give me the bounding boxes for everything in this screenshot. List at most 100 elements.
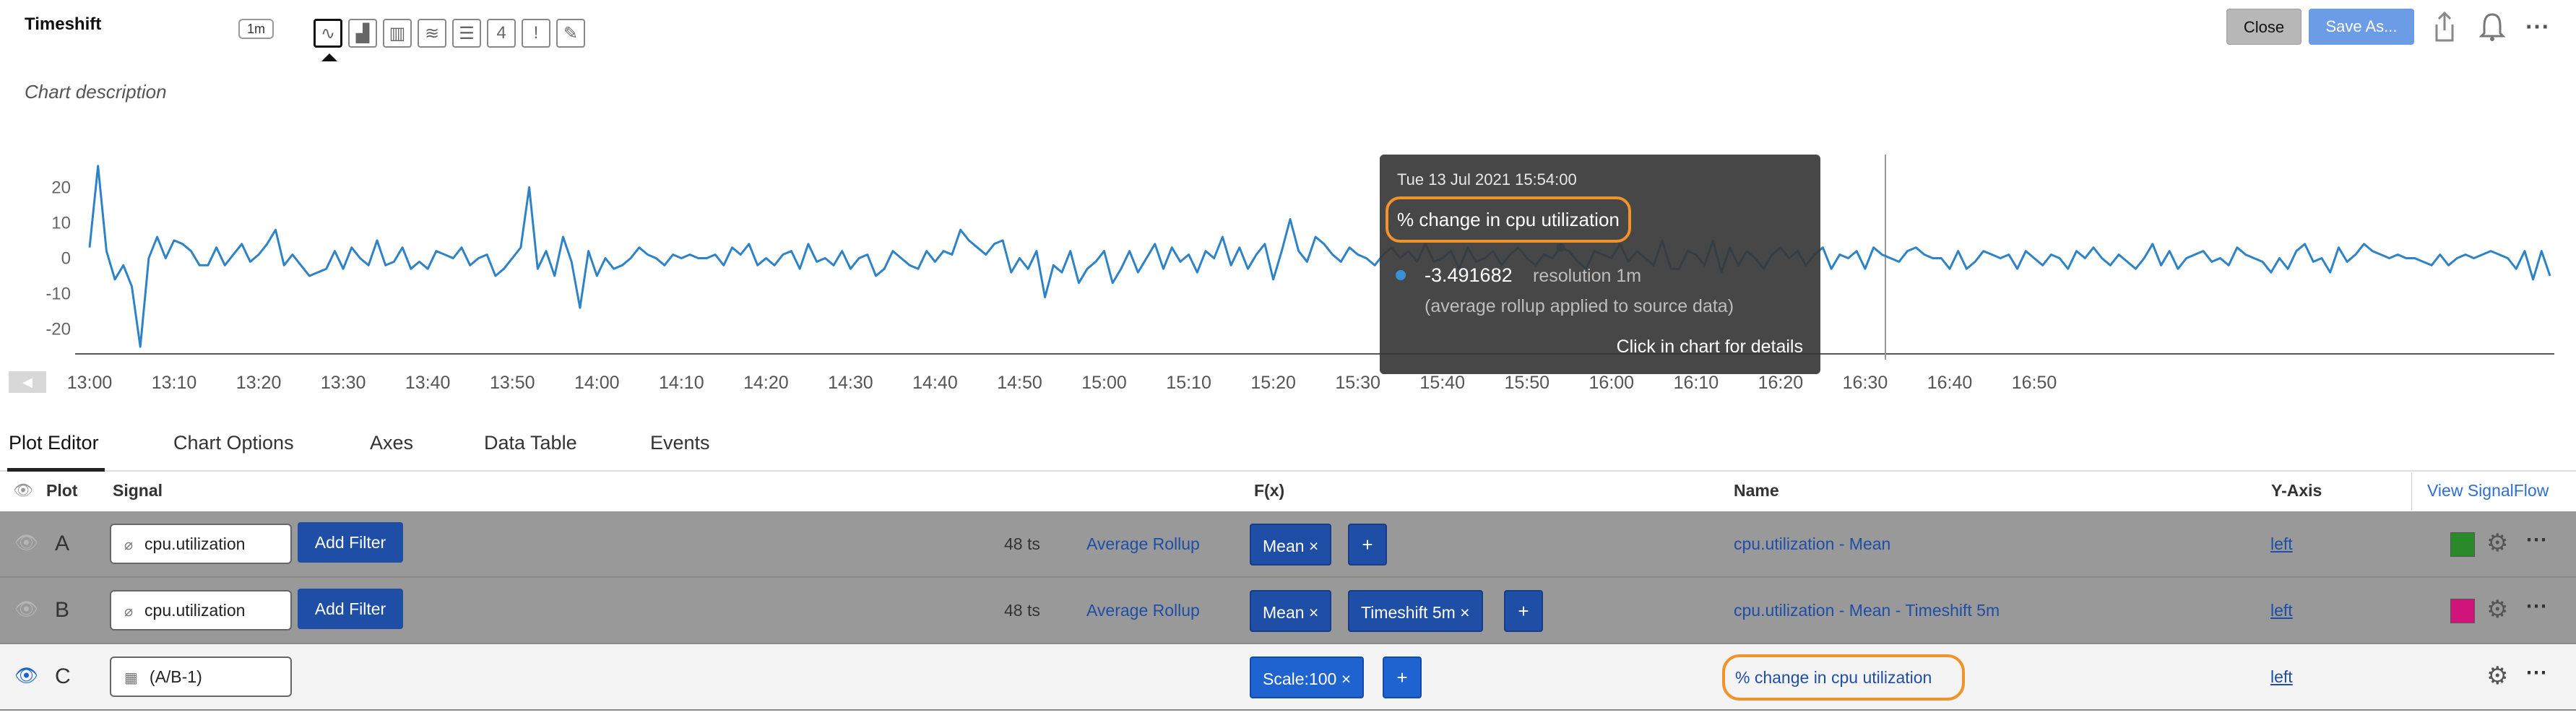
tooltip-resolution: resolution 1m xyxy=(1533,266,1642,286)
share-icon[interactable] xyxy=(2429,9,2460,45)
plot-name[interactable]: % change in cpu utilization xyxy=(1722,654,1965,701)
scroll-left-button[interactable]: ◀ xyxy=(9,371,46,393)
close-button[interactable]: Close xyxy=(2226,9,2301,45)
series-dot-icon xyxy=(1396,270,1406,280)
tab-data-table[interactable]: Data Table xyxy=(484,432,577,454)
x-tick-label: 14:10 xyxy=(659,373,704,393)
add-filter-button[interactable]: Add Filter xyxy=(298,589,403,629)
signal-input[interactable]: ⌀ cpu.utilization xyxy=(110,524,292,564)
gear-icon[interactable]: ⚙ xyxy=(2486,662,2508,690)
tooltip-date: Tue 13 Jul 2021 15:54:00 xyxy=(1397,170,1577,188)
fx-column-header: F(x) xyxy=(1254,481,1285,500)
function-pill-mean[interactable]: Mean × xyxy=(1250,590,1332,632)
plot-letter: B xyxy=(55,598,70,622)
add-function-button[interactable]: + xyxy=(1504,590,1543,632)
x-tick-label: 13:10 xyxy=(152,373,197,393)
more-options-icon[interactable]: ⋯ xyxy=(2525,594,2548,619)
timeseries-count: 48 ts xyxy=(1004,601,1040,620)
x-tick-label: 16:00 xyxy=(1589,373,1635,393)
view-signalflow-link[interactable]: View SignalFlow xyxy=(2427,481,2549,500)
plot-row-c[interactable]: 👁 C ▦ (A/B-1) Scale:100 × + % change in c… xyxy=(0,644,2576,711)
gear-icon[interactable]: ⚙ xyxy=(2486,529,2508,558)
formula-input[interactable]: ▦ (A/B-1) xyxy=(110,656,292,697)
y-tick-label: -20 xyxy=(46,320,71,339)
save-as-button[interactable]: Save As... xyxy=(2309,9,2414,45)
eye-icon[interactable]: 👁 xyxy=(13,481,33,500)
signal-column-header: Signal xyxy=(113,481,163,500)
plot-row-b[interactable]: 👁 B ⌀ cpu.utilization Add Filter 48 ts Av… xyxy=(0,578,2576,644)
chart-description[interactable]: Chart description xyxy=(25,81,167,103)
chart-title[interactable]: Timeshift xyxy=(25,14,101,35)
add-function-button[interactable]: + xyxy=(1348,524,1387,566)
list-chart-icon[interactable]: ☰ xyxy=(452,19,481,48)
line-chart-icon[interactable]: ∿ xyxy=(314,19,342,48)
plot-name[interactable]: cpu.utilization - Mean - Timeshift 5m xyxy=(1734,601,2000,620)
y-tick-label: 10 xyxy=(51,213,71,233)
tab-plot-editor[interactable]: Plot Editor xyxy=(9,432,99,454)
x-tick-label: 13:00 xyxy=(67,373,113,393)
event-feed-chart-icon[interactable]: ! xyxy=(522,19,550,48)
color-swatch[interactable] xyxy=(2450,532,2475,557)
x-tick-label: 13:50 xyxy=(490,373,535,393)
x-tick-label: 16:10 xyxy=(1674,373,1719,393)
plot-row-a[interactable]: 👁 A ⌀ cpu.utilization Add Filter 48 ts Av… xyxy=(0,511,2576,578)
bell-icon[interactable] xyxy=(2476,9,2508,45)
more-options-icon[interactable]: ⋯ xyxy=(2525,660,2548,685)
y-tick-label: -10 xyxy=(46,285,71,304)
gear-icon[interactable]: ⚙ xyxy=(2486,595,2508,624)
function-pill-timeshift[interactable]: Timeshift 5m × xyxy=(1348,590,1483,632)
tooltip-rollup-note: (average rollup applied to source data) xyxy=(1425,296,1734,316)
tooltip-hint: Click in chart for details xyxy=(1616,337,1803,357)
x-tick-label: 15:40 xyxy=(1419,373,1465,393)
timeseries-count: 48 ts xyxy=(1004,534,1040,553)
name-column-header: Name xyxy=(1734,481,1779,500)
plot-column-header: Plot xyxy=(46,481,78,500)
x-tick-label: 16:20 xyxy=(1758,373,1804,393)
x-tick-label: 14:30 xyxy=(828,373,873,393)
active-type-caret xyxy=(321,53,337,61)
plot-name[interactable]: cpu.utilization - Mean xyxy=(1734,534,1890,554)
tag-icon: ⌀ xyxy=(124,537,134,553)
header-separator xyxy=(2411,473,2412,511)
x-tick-label: 14:50 xyxy=(997,373,1042,393)
rollup-link[interactable]: Average Rollup xyxy=(1086,534,1200,554)
x-tick-label: 16:30 xyxy=(1843,373,1888,393)
x-tick-label: 15:20 xyxy=(1250,373,1296,393)
yaxis-column-header: Y-Axis xyxy=(2271,481,2322,500)
tab-events[interactable]: Events xyxy=(650,432,710,454)
visibility-eye-icon[interactable]: 👁 xyxy=(14,598,38,620)
active-tab-indicator xyxy=(7,468,105,472)
column-chart-icon[interactable]: ▥ xyxy=(383,19,412,48)
rollup-link[interactable]: Average Rollup xyxy=(1086,601,1200,620)
single-value-chart-icon[interactable]: 4 xyxy=(487,19,516,48)
area-chart-icon[interactable]: ▟ xyxy=(348,19,377,48)
text-chart-icon[interactable]: ✎ xyxy=(556,19,585,48)
chart-tooltip: Tue 13 Jul 2021 15:54:00 % change in cpu… xyxy=(1380,155,1820,374)
tab-axes[interactable]: Axes xyxy=(370,432,413,454)
y-axis-link[interactable]: left xyxy=(2270,667,2293,687)
tooltip-value: -3.491682 xyxy=(1425,264,1513,286)
x-tick-label: 14:20 xyxy=(743,373,789,393)
more-options-icon[interactable]: ⋯ xyxy=(2525,527,2548,552)
x-tick-label: 13:40 xyxy=(405,373,451,393)
x-tick-label: 14:40 xyxy=(912,373,958,393)
visibility-eye-icon[interactable]: 👁 xyxy=(14,532,38,554)
series-line xyxy=(88,165,2551,348)
add-function-button[interactable]: + xyxy=(1383,656,1422,698)
calculator-icon: ▦ xyxy=(124,670,138,686)
add-filter-button[interactable]: Add Filter xyxy=(298,522,403,563)
function-pill-mean[interactable]: Mean × xyxy=(1250,524,1332,566)
heatmap-chart-icon[interactable]: ≋ xyxy=(418,19,446,48)
color-swatch[interactable] xyxy=(2450,599,2475,623)
more-options-icon[interactable]: ⋯ xyxy=(2521,9,2553,45)
y-axis-link[interactable]: left xyxy=(2270,534,2293,554)
x-tick-label: 16:50 xyxy=(2012,373,2057,393)
function-pill-scale[interactable]: Scale:100 × xyxy=(1250,656,1365,698)
x-tick-label: 15:50 xyxy=(1504,373,1550,393)
tag-icon: ⌀ xyxy=(124,604,134,620)
line-chart[interactable]: 20 10 0 -10 -20 13:00 13:10 13:20 13:30 13:40 13:… xyxy=(0,137,2576,404)
visibility-eye-icon[interactable]: 👁 xyxy=(14,664,38,687)
signal-input[interactable]: ⌀ cpu.utilization xyxy=(110,590,292,630)
y-axis-link[interactable]: left xyxy=(2270,601,2293,620)
tab-chart-options[interactable]: Chart Options xyxy=(173,432,294,454)
